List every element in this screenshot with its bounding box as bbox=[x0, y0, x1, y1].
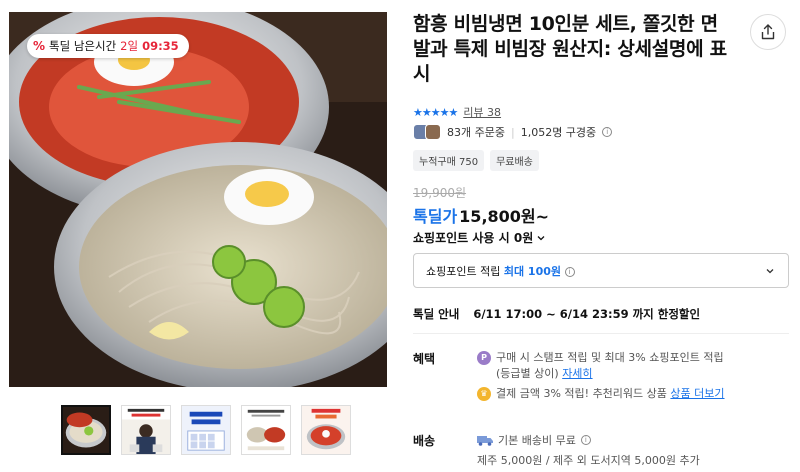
reward-icon: ♛ bbox=[477, 387, 491, 401]
info-icon[interactable]: i bbox=[564, 266, 575, 277]
deal-info-label: 톡딜 안내 bbox=[413, 307, 460, 321]
review-count-link[interactable]: 리뷰 38 bbox=[463, 104, 501, 120]
point-use-toggle[interactable]: 쇼핑포인트 사용 시 0원 bbox=[413, 229, 546, 246]
thumbnail-ten-servings[interactable] bbox=[181, 405, 231, 455]
shipping-extra-text: 제주 5,000원 / 제주 외 도서지역 5,000원 추가 bbox=[477, 454, 700, 467]
discount-icon: % bbox=[33, 39, 46, 53]
sale-price: 15,800원~ bbox=[459, 207, 550, 226]
viewer-count: 1,052명 구경중 bbox=[520, 126, 597, 139]
truck-icon bbox=[477, 435, 493, 446]
benefit-stamp-note: (등급별 상이) bbox=[496, 367, 559, 380]
point-accrual-dropdown[interactable]: 쇼핑포인트 적립 최대 100원 i bbox=[413, 253, 789, 288]
point-accrual-max: 최대 100원 bbox=[503, 264, 561, 278]
chevron-down-icon bbox=[766, 268, 774, 273]
benefit-reward-line: ♛ 결제 금액 3% 적립! 추천리워드 상품 상품 더보기 bbox=[477, 386, 725, 402]
chip-cumulative-purchase: 누적구매 750 bbox=[413, 150, 485, 171]
section-divider bbox=[413, 333, 789, 334]
buyer-avatars bbox=[413, 124, 441, 140]
thumbnail-strip bbox=[61, 405, 351, 455]
point-accrual-prefix: 쇼핑포인트 적립 bbox=[426, 264, 501, 278]
original-price: 19,900원 bbox=[413, 186, 467, 200]
deal-info-row: 톡딜 안내 6/11 17:00 ~ 6/14 23:59 까지 한정할인 bbox=[413, 306, 700, 322]
share-icon bbox=[761, 24, 775, 40]
shipping-label: 배송 bbox=[413, 434, 436, 448]
order-count: 83개 주문중 bbox=[447, 126, 505, 139]
benefit-stamp-text: 구매 시 스탬프 적립 및 최대 3% 쇼핑포인트 적립 (등급별 상이) 자세… bbox=[496, 350, 724, 382]
more-products-link[interactable]: 상품 더보기 bbox=[670, 387, 724, 400]
deal-timer-badge: % 톡딜 남은시간 2일 09:35 bbox=[27, 34, 189, 58]
sale-label: 톡딜가 bbox=[413, 207, 458, 226]
deal-info-text: 6/11 17:00 ~ 6/14 23:59 까지 한정할인 bbox=[473, 307, 701, 321]
main-product-image: % 톡딜 남은시간 2일 09:35 bbox=[9, 12, 387, 387]
product-info: 함흥 비빔냉면 10인분 세트, 쫄깃한 면발과 특제 비빔장 원산지: 상세설… bbox=[413, 12, 788, 87]
benefit-stamp-desc: 구매 시 스탬프 적립 및 최대 3% 쇼핑포인트 적립 bbox=[496, 351, 724, 364]
benefit-reward-desc: 결제 금액 3% 적립! 추천리워드 상품 bbox=[496, 387, 667, 400]
sale-price-row: 톡딜가 15,800원~ bbox=[413, 203, 549, 227]
point-icon: P bbox=[477, 351, 491, 365]
benefit-reward-text: 결제 금액 3% 적립! 추천리워드 상품 상품 더보기 bbox=[496, 386, 725, 402]
thumbnail-spicy-noodle[interactable] bbox=[301, 405, 351, 455]
stat-separator: | bbox=[510, 125, 515, 139]
product-chips: 누적구매 750 무료배송 bbox=[413, 150, 539, 171]
thumbnail-person-promo[interactable] bbox=[121, 405, 171, 455]
thumbnail-noodle-bowl[interactable] bbox=[61, 405, 111, 455]
benefit-stamp-line: P 구매 시 스탬프 적립 및 최대 3% 쇼핑포인트 적립 (등급별 상이) … bbox=[477, 350, 724, 382]
benefit-detail-link[interactable]: 자세히 bbox=[562, 367, 592, 380]
product-title: 함흥 비빔냉면 10인분 세트, 쫄깃한 면발과 특제 비빔장 원산지: 상세설… bbox=[413, 13, 727, 85]
timer-days: 2일 bbox=[120, 39, 139, 53]
chevron-down-icon bbox=[537, 235, 545, 240]
thumbnail-recipe-card[interactable] bbox=[241, 405, 291, 455]
point-accrual-text: 쇼핑포인트 적립 최대 100원 i bbox=[426, 263, 575, 279]
benefit-label: 혜택 bbox=[413, 352, 436, 366]
info-icon[interactable]: i bbox=[602, 127, 613, 137]
chip-free-shipping: 무료배송 bbox=[490, 150, 539, 171]
timer-time: 09:35 bbox=[142, 39, 179, 53]
shipping-fee-text: 기본 배송비 무료 bbox=[498, 434, 576, 447]
avatar bbox=[425, 124, 441, 140]
star-rating-icon: ★★★★★ bbox=[413, 105, 458, 119]
point-use-text: 쇼핑포인트 사용 시 0원 bbox=[413, 231, 534, 245]
shipping-fee-line: 기본 배송비 무료 i bbox=[477, 432, 591, 448]
buyer-stats: 83개 주문중 | 1,052명 구경중 i bbox=[413, 124, 613, 140]
timer-label: 톡딜 남은시간 bbox=[49, 39, 117, 53]
rating-row: ★★★★★ 리뷰 38 bbox=[413, 104, 501, 120]
share-button[interactable] bbox=[750, 14, 786, 50]
info-icon[interactable]: i bbox=[580, 435, 591, 445]
